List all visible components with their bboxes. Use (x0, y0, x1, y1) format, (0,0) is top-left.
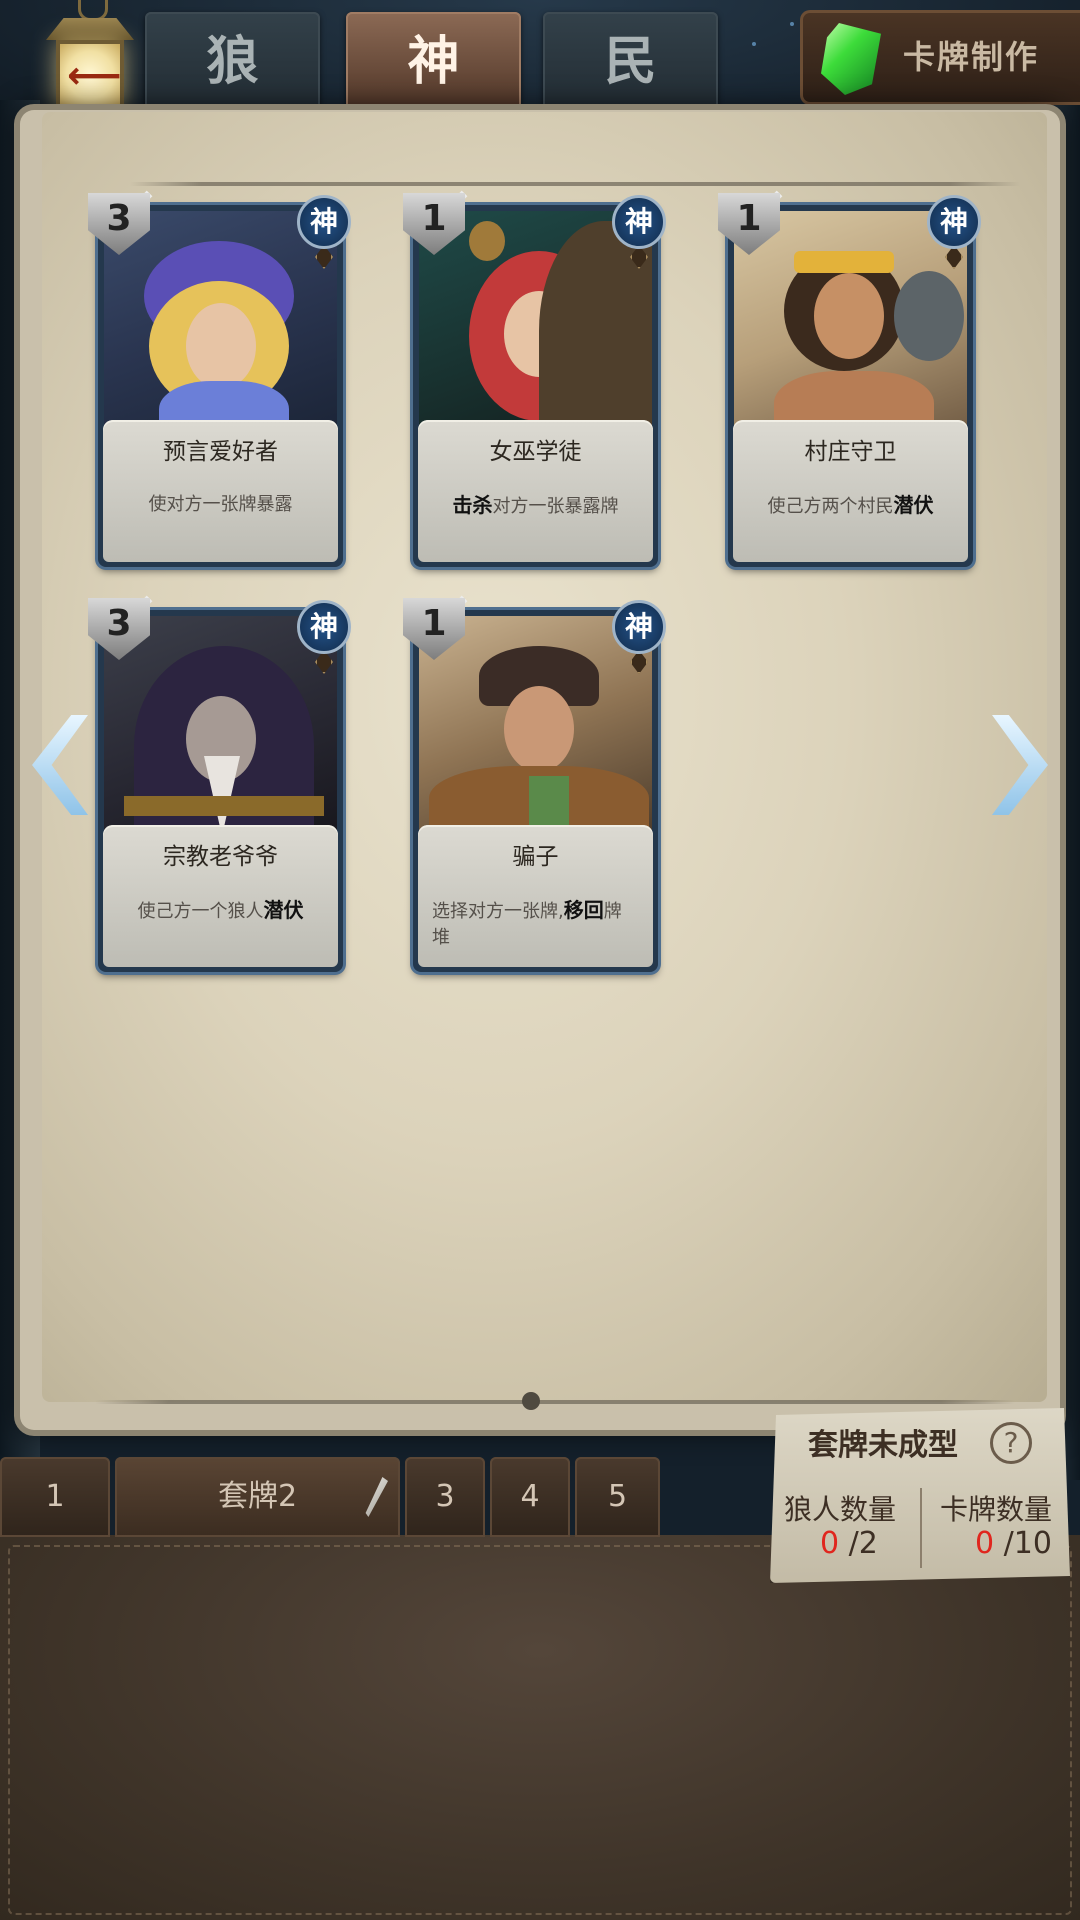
art-headband (794, 251, 894, 273)
deck-slot-1[interactable]: 1 (0, 1457, 110, 1537)
panel-divider (920, 1488, 922, 1568)
star-decoration (752, 42, 756, 46)
star-decoration (790, 22, 794, 26)
art-face (814, 273, 884, 359)
card-text-panel: 宗教老爷爷 使己方一个狼人潜伏 (103, 825, 338, 967)
lantern-hook (78, 0, 108, 21)
deck-drop-area[interactable] (0, 1535, 1080, 1920)
art-face (504, 686, 574, 772)
card-text-panel: 村庄守卫 使己方两个村民潜伏 (733, 420, 968, 562)
tab-villager[interactable]: 民 (543, 12, 718, 112)
feather-edit-icon[interactable] (365, 1477, 388, 1517)
art-gold-trim (124, 796, 324, 816)
card-name: 村庄守卫 (804, 439, 897, 465)
deck-slot-3[interactable]: 3 (405, 1457, 485, 1537)
green-crystal-icon (821, 23, 881, 95)
card-religious-elder[interactable]: 宗教老爷爷 使己方一个狼人潜伏 3 神 (88, 595, 351, 972)
card-art (104, 616, 337, 842)
deck-drop-frame (8, 1545, 1072, 1915)
page-divider-top (130, 182, 1020, 186)
card-make-button[interactable]: 卡牌制作 (800, 10, 1080, 105)
chevron-left-icon (32, 715, 88, 815)
deck-status-text: 套牌未成型 (808, 1428, 958, 1463)
page-divider-bottom (95, 1400, 1015, 1404)
card-name: 预言爱好者 (163, 439, 278, 465)
card-description: 使己方一个狼人潜伏 (137, 898, 304, 922)
art-acorn (469, 221, 505, 261)
card-name: 女巫学徒 (489, 439, 582, 465)
card-prophecy-fan[interactable]: 预言爱好者 使对方一张牌暴露 3 神 (88, 190, 351, 567)
next-page-button[interactable] (992, 715, 1048, 815)
back-arrow-icon: ⟵ (67, 53, 122, 97)
faction-badge: 神 (297, 600, 351, 654)
deck-slot-5[interactable]: 5 (575, 1457, 660, 1537)
card-art (104, 211, 337, 437)
card-make-label: 卡牌制作 (903, 38, 1040, 76)
card-text-panel: 预言爱好者 使对方一张牌暴露 (103, 420, 338, 562)
help-icon[interactable]: ? (990, 1422, 1032, 1464)
card-village-guard[interactable]: 村庄守卫 使己方两个村民潜伏 1 神 (718, 190, 981, 567)
card-description: 使己方两个村民潜伏 (767, 493, 934, 517)
card-description: 选择对方一张牌,移回牌堆 (432, 898, 622, 948)
chevron-right-icon (992, 715, 1048, 815)
previous-page-button[interactable] (32, 715, 88, 815)
wolf-count-value: 0 /2 (820, 1526, 878, 1561)
tab-god[interactable]: 神 (346, 12, 521, 112)
card-art (419, 616, 652, 842)
card-name: 宗教老爷爷 (163, 844, 278, 870)
faction-badge: 神 (612, 195, 666, 249)
card-text-panel: 骗子 选择对方一张牌,移回牌堆 (418, 825, 653, 967)
faction-badge: 神 (927, 195, 981, 249)
card-count-label: 卡牌数量 (940, 1493, 1053, 1526)
lantern-cap (46, 18, 134, 40)
card-description: 使对方一张牌暴露 (148, 494, 293, 515)
card-name: 骗子 (512, 844, 559, 870)
wolf-count-label: 狼人数量 (784, 1493, 897, 1526)
card-count-value: 0 /10 (975, 1526, 1052, 1561)
deck-slot-2[interactable]: 套牌2 (115, 1457, 400, 1537)
deck-slot-4[interactable]: 4 (490, 1457, 570, 1537)
tab-wolf[interactable]: 狼 (145, 12, 320, 112)
card-text-panel: 女巫学徒 击杀对方一张暴露牌 (418, 420, 653, 562)
card-witch-apprentice[interactable]: 女巫学徒 击杀对方一张暴露牌 1 神 (403, 190, 666, 567)
card-art (419, 211, 652, 437)
deck-slot-label: 套牌2 (217, 1479, 298, 1514)
faction-badge: 神 (297, 195, 351, 249)
page-indicator-dot (522, 1392, 540, 1410)
faction-badge: 神 (612, 600, 666, 654)
card-swindler[interactable]: 骗子 选择对方一张牌,移回牌堆 1 神 (403, 595, 666, 972)
back-button[interactable]: ⟵ (40, 0, 140, 125)
card-description: 击杀对方一张暴露牌 (452, 493, 619, 517)
art-cat (894, 271, 964, 361)
art-face (186, 303, 256, 389)
card-art (734, 211, 967, 437)
deck-status-panel: 套牌未成型 ? 狼人数量 0 /2 卡牌数量 0 /10 (770, 1408, 1070, 1583)
